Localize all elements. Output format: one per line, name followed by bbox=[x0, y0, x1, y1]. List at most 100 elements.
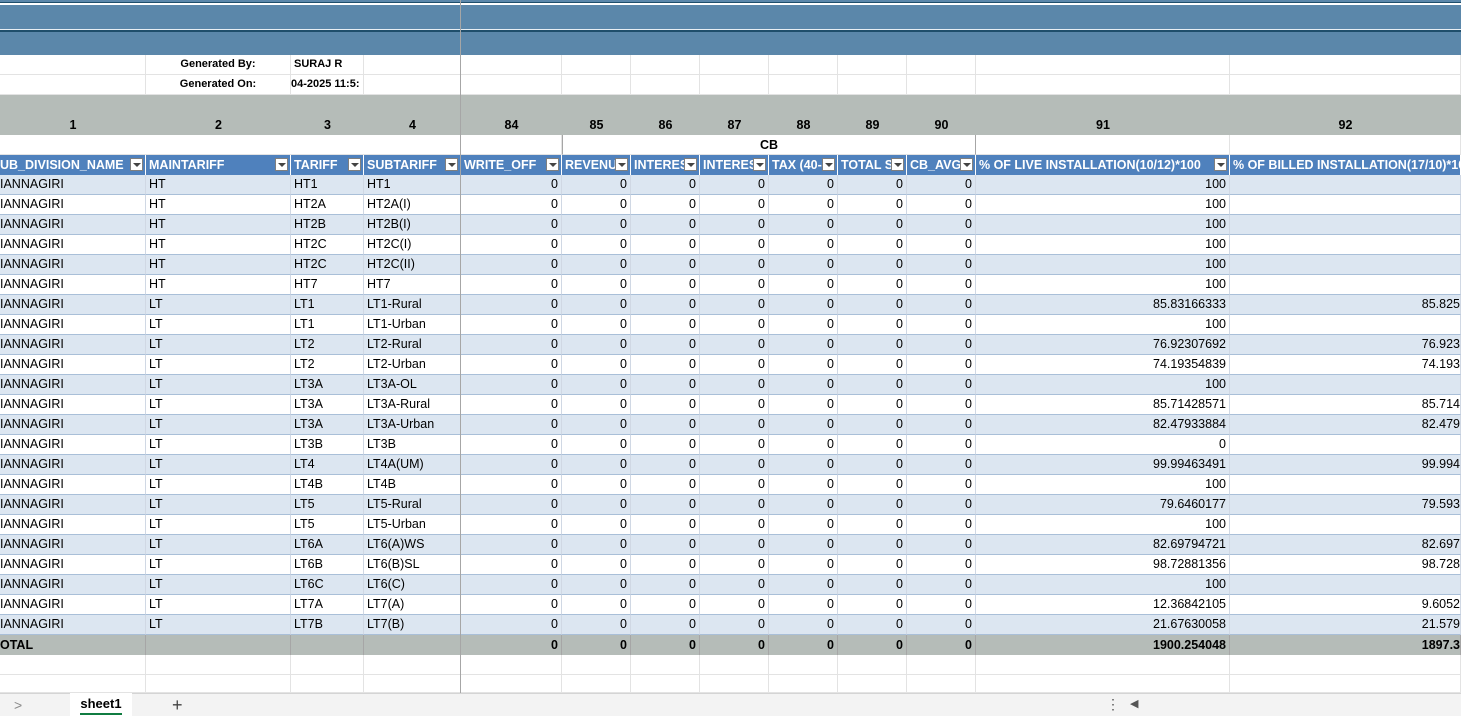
cell-tax[interactable]: 0 bbox=[769, 555, 838, 575]
cell-total-s[interactable]: 0 bbox=[838, 315, 907, 335]
cell-interest-2[interactable]: 0 bbox=[700, 615, 769, 635]
cell[interactable] bbox=[838, 675, 907, 693]
cell-interest-1[interactable]: 0 bbox=[631, 275, 700, 295]
cell-total-s[interactable]: 0 bbox=[838, 535, 907, 555]
cell-total-s[interactable]: 0 bbox=[838, 495, 907, 515]
cell-billed-installation[interactable] bbox=[1230, 215, 1461, 235]
cell-subtariff[interactable]: LT3A-Rural bbox=[364, 395, 461, 415]
cell-interest-1[interactable]: 0 bbox=[631, 495, 700, 515]
cell-write-off[interactable]: 0 bbox=[461, 375, 562, 395]
cell-sub-division-name[interactable]: IANNAGIRI bbox=[0, 475, 146, 495]
cell-tax[interactable]: 0 bbox=[769, 435, 838, 455]
cell-cb-avg[interactable]: 0 bbox=[907, 355, 976, 375]
cell-interest-1[interactable]: 0 bbox=[631, 235, 700, 255]
cell-maintariff[interactable]: HT bbox=[146, 215, 291, 235]
cell-sub-division-name[interactable]: IANNAGIRI bbox=[0, 195, 146, 215]
cell-subtariff[interactable]: HT1 bbox=[364, 175, 461, 195]
cell-cb-avg[interactable]: 0 bbox=[907, 315, 976, 335]
cell-tax[interactable]: 0 bbox=[769, 275, 838, 295]
cell[interactable] bbox=[461, 675, 562, 693]
cell-live-installation[interactable]: 82.69794721 bbox=[976, 535, 1230, 555]
cell[interactable] bbox=[461, 655, 562, 675]
cell-interest-1[interactable]: 0 bbox=[631, 555, 700, 575]
cell[interactable] bbox=[769, 55, 838, 75]
cell-subtariff[interactable]: LT3B bbox=[364, 435, 461, 455]
cell-total-s[interactable]: 0 bbox=[838, 595, 907, 615]
cell-billed-installation[interactable] bbox=[1230, 475, 1461, 495]
cell-billed-installation[interactable]: 9.6052 bbox=[1230, 595, 1461, 615]
cell[interactable] bbox=[0, 55, 146, 75]
cell-billed-installation[interactable] bbox=[1230, 375, 1461, 395]
cell-tax[interactable]: 0 bbox=[769, 475, 838, 495]
filter-dropdown-icon[interactable] bbox=[348, 158, 361, 171]
cell-live-installation[interactable]: 0 bbox=[976, 435, 1230, 455]
cell-billed-installation[interactable]: 99.994 bbox=[1230, 455, 1461, 475]
cell-billed-installation[interactable]: 82.697 bbox=[1230, 535, 1461, 555]
cell-write-off[interactable]: 0 bbox=[461, 475, 562, 495]
cell-tax[interactable]: 0 bbox=[769, 235, 838, 255]
cell[interactable] bbox=[700, 55, 769, 75]
cell-total-s[interactable]: 0 bbox=[838, 475, 907, 495]
cell-cb-avg[interactable]: 0 bbox=[907, 195, 976, 215]
cell-tax[interactable]: 0 bbox=[769, 395, 838, 415]
cell-revenue[interactable]: 0 bbox=[562, 555, 631, 575]
cell-write-off[interactable]: 0 bbox=[461, 275, 562, 295]
scroll-left-icon[interactable]: ◀ bbox=[1130, 697, 1138, 710]
cell-revenue[interactable]: 0 bbox=[562, 195, 631, 215]
cell-write-off[interactable]: 0 bbox=[461, 635, 562, 655]
cell-interest-1[interactable]: 0 bbox=[631, 375, 700, 395]
cell-billed-installation[interactable]: 85.825 bbox=[1230, 295, 1461, 315]
cell-interest-2[interactable]: 0 bbox=[700, 475, 769, 495]
cell[interactable] bbox=[631, 655, 700, 675]
cell-subtariff[interactable]: HT2A(I) bbox=[364, 195, 461, 215]
cell-cb-avg[interactable]: 0 bbox=[907, 295, 976, 315]
cell-live-installation[interactable]: 100 bbox=[976, 195, 1230, 215]
cell-cb-avg[interactable]: 0 bbox=[907, 535, 976, 555]
cell-sub-division-name[interactable]: OTAL bbox=[0, 635, 146, 655]
cell-subtariff[interactable]: LT6(B)SL bbox=[364, 555, 461, 575]
cell-revenue[interactable]: 0 bbox=[562, 335, 631, 355]
cell[interactable] bbox=[976, 655, 1230, 675]
sheet-nav-next-icon[interactable]: > bbox=[14, 697, 22, 713]
cell-tax[interactable]: 0 bbox=[769, 455, 838, 475]
cell-cb-avg[interactable]: 0 bbox=[907, 515, 976, 535]
filter-dropdown-icon[interactable] bbox=[822, 158, 835, 171]
cell-billed-installation[interactable]: 85.714 bbox=[1230, 395, 1461, 415]
filter-dropdown-icon[interactable] bbox=[684, 158, 697, 171]
cell-live-installation[interactable]: 100 bbox=[976, 575, 1230, 595]
cell-tariff[interactable]: LT4 bbox=[291, 455, 364, 475]
cell-maintariff[interactable]: LT bbox=[146, 615, 291, 635]
cell-interest-2[interactable]: 0 bbox=[700, 215, 769, 235]
cell-sub-division-name[interactable]: IANNAGIRI bbox=[0, 455, 146, 475]
cell-tax[interactable]: 0 bbox=[769, 295, 838, 315]
cell-interest-1[interactable]: 0 bbox=[631, 575, 700, 595]
cell-revenue[interactable]: 0 bbox=[562, 535, 631, 555]
cell-billed-installation[interactable]: 1897.3 bbox=[1230, 635, 1461, 655]
cell-live-installation[interactable]: 74.19354839 bbox=[976, 355, 1230, 375]
cell-total-s[interactable]: 0 bbox=[838, 295, 907, 315]
cell-revenue[interactable]: 0 bbox=[562, 215, 631, 235]
cell-cb-avg[interactable]: 0 bbox=[907, 335, 976, 355]
cell-maintariff[interactable]: LT bbox=[146, 495, 291, 515]
cell[interactable] bbox=[976, 135, 1230, 155]
cell-sub-division-name[interactable]: IANNAGIRI bbox=[0, 375, 146, 395]
cell-live-installation[interactable]: 100 bbox=[976, 215, 1230, 235]
cell-interest-1[interactable]: 0 bbox=[631, 455, 700, 475]
cell[interactable] bbox=[907, 55, 976, 75]
cell-revenue[interactable]: 0 bbox=[562, 575, 631, 595]
cell-sub-division-name[interactable]: IANNAGIRI bbox=[0, 315, 146, 335]
cell-tax[interactable]: 0 bbox=[769, 515, 838, 535]
cell-subtariff[interactable]: LT1-Rural bbox=[364, 295, 461, 315]
spreadsheet-grid[interactable]: Generated By: SURAJ R Generated On: 04-2… bbox=[0, 0, 1461, 693]
cell-billed-installation[interactable]: 79.593 bbox=[1230, 495, 1461, 515]
cell[interactable] bbox=[1230, 135, 1461, 155]
cell-subtariff[interactable] bbox=[364, 635, 461, 655]
cell-interest-1[interactable]: 0 bbox=[631, 335, 700, 355]
cell-sub-division-name[interactable]: IANNAGIRI bbox=[0, 495, 146, 515]
cell-subtariff[interactable]: LT3A-Urban bbox=[364, 415, 461, 435]
filter-dropdown-icon[interactable] bbox=[960, 158, 973, 171]
cell-maintariff[interactable]: LT bbox=[146, 295, 291, 315]
cell-write-off[interactable]: 0 bbox=[461, 235, 562, 255]
cell-tariff[interactable]: LT6A bbox=[291, 535, 364, 555]
cell-subtariff[interactable]: LT3A-OL bbox=[364, 375, 461, 395]
